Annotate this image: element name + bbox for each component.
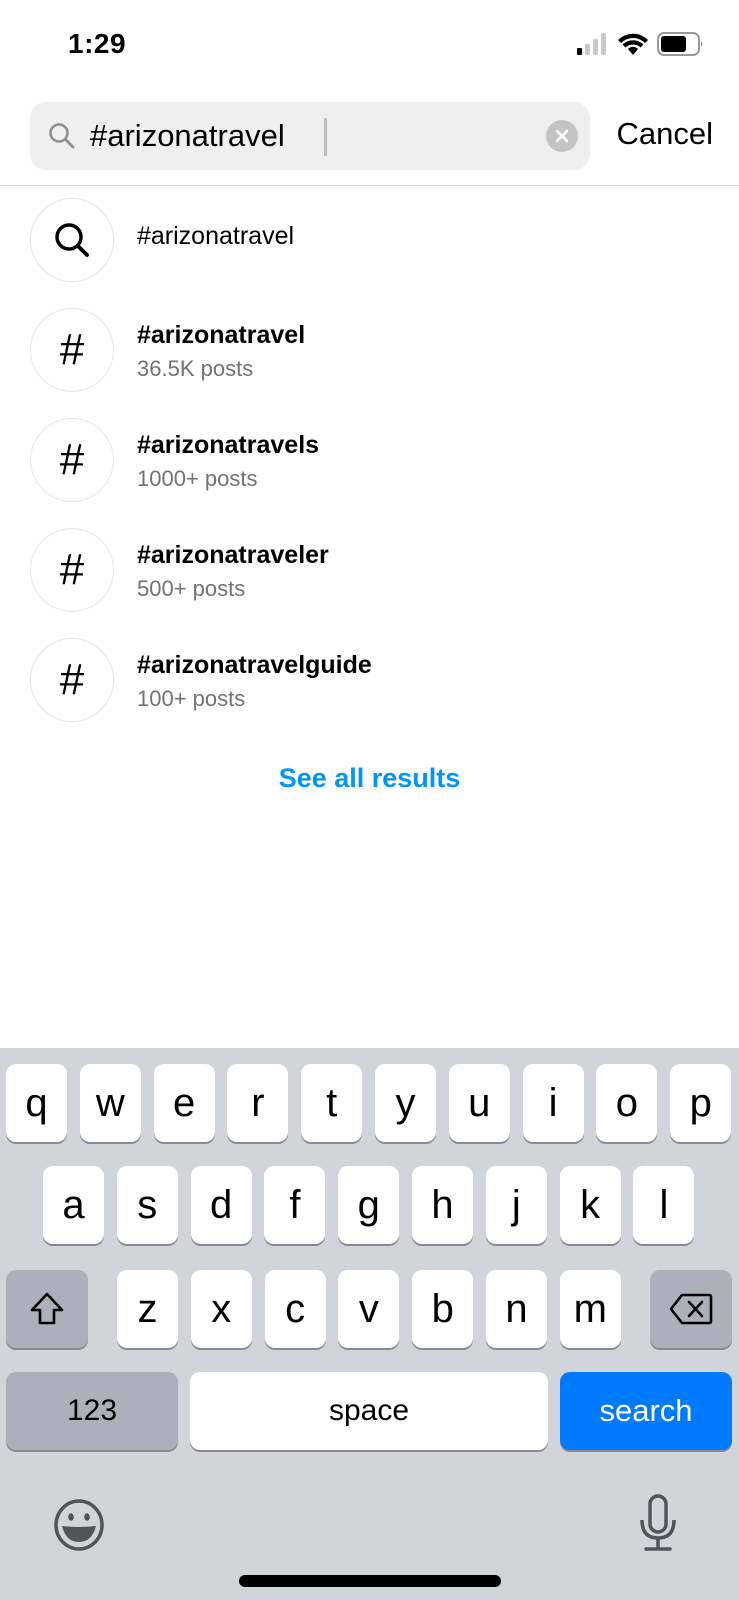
key-b[interactable]: b (412, 1270, 474, 1348)
key-h[interactable]: h (412, 1166, 473, 1244)
key-k[interactable]: k (559, 1166, 621, 1244)
hashtag-icon: # (59, 325, 85, 374)
key-t[interactable]: t (301, 1064, 363, 1142)
key-r[interactable]: r (227, 1064, 289, 1142)
key-j[interactable]: j (485, 1166, 547, 1244)
key-w[interactable]: w (79, 1064, 141, 1142)
cellular-signal-icon (577, 33, 606, 55)
result-text: #arizonatravel 36.5K posts (137, 321, 305, 382)
emoji-icon (54, 1499, 104, 1551)
key-l[interactable]: l (633, 1166, 695, 1244)
result-item-hashtag[interactable]: # #arizonatravel 36.5K posts (0, 296, 739, 406)
result-item-hashtag[interactable]: # #arizonatravels 1000+ posts (0, 406, 739, 516)
key-n[interactable]: n (486, 1270, 547, 1348)
keyboard: qwertyuiop asdfghjkl zxcvbnm 123 space s… (0, 1048, 739, 1600)
result-title: #arizonatravel (137, 222, 295, 250)
key-c[interactable]: c (264, 1270, 326, 1348)
result-avatar: # (30, 638, 114, 722)
key-v[interactable]: v (338, 1270, 400, 1348)
numbers-key[interactable]: 123 (6, 1372, 178, 1450)
key-y[interactable]: y (375, 1064, 436, 1142)
search-row: Cancel (0, 102, 739, 170)
key-i[interactable]: i (522, 1064, 584, 1142)
result-post-count: 36.5K posts (137, 356, 254, 381)
key-a[interactable]: a (43, 1166, 104, 1244)
result-post-count: 500+ posts (137, 576, 246, 601)
shift-icon (30, 1292, 64, 1325)
key-u[interactable]: u (448, 1064, 510, 1142)
key-f[interactable]: f (264, 1166, 326, 1244)
hashtag-icon: # (59, 655, 85, 704)
key-g[interactable]: g (338, 1166, 400, 1244)
wifi-icon (618, 33, 648, 55)
hashtag-icon: # (59, 545, 85, 594)
text-caret (324, 118, 327, 156)
result-post-count: 1000+ posts (137, 466, 258, 491)
result-text: #arizonatravels 1000+ posts (137, 431, 319, 492)
result-item-hashtag[interactable]: # #arizonatraveler 500+ posts (0, 516, 739, 626)
result-text: #arizonatravelguide 100+ posts (137, 651, 372, 712)
shift-key[interactable] (6, 1270, 88, 1348)
key-q[interactable]: q (6, 1064, 67, 1142)
microphone-icon (640, 1494, 676, 1551)
result-title: #arizonatravel (137, 321, 306, 349)
cancel-button[interactable]: Cancel (617, 116, 714, 152)
result-title: #arizonatravelguide (137, 651, 372, 679)
emoji-button[interactable] (52, 1498, 106, 1557)
backspace-icon (669, 1293, 713, 1325)
result-title: #arizonatraveler (137, 541, 329, 569)
key-z[interactable]: z (117, 1270, 178, 1348)
status-icons (577, 32, 705, 56)
result-avatar: # (30, 528, 114, 612)
key-m[interactable]: m (559, 1270, 621, 1348)
search-field[interactable] (30, 102, 590, 170)
clear-button[interactable] (546, 120, 578, 152)
dictation-button[interactable] (638, 1494, 678, 1559)
key-e[interactable]: e (153, 1064, 215, 1142)
search-results: #arizonatravel # #arizonatravel 36.5K po… (0, 186, 739, 736)
key-d[interactable]: d (190, 1166, 252, 1244)
result-avatar: # (30, 308, 114, 392)
key-o[interactable]: o (596, 1064, 658, 1142)
result-text: #arizonatraveler 500+ posts (137, 541, 329, 602)
delete-key[interactable] (650, 1270, 732, 1348)
status-bar: 1:29 (0, 0, 739, 90)
home-indicator (239, 1575, 501, 1587)
status-time: 1:29 (68, 28, 127, 59)
result-avatar (30, 198, 114, 282)
result-post-count: 100+ posts (137, 686, 246, 711)
result-text: #arizonatravel (137, 222, 294, 251)
key-x[interactable]: x (190, 1270, 252, 1348)
clear-icon (555, 129, 569, 143)
search-icon (55, 223, 89, 257)
key-s[interactable]: s (116, 1166, 178, 1244)
result-item-search-query[interactable]: #arizonatravel (0, 186, 739, 296)
search-key[interactable]: search (560, 1372, 732, 1450)
result-item-hashtag[interactable]: # #arizonatravelguide 100+ posts (0, 626, 739, 736)
search-input[interactable] (90, 102, 550, 170)
see-all-results-link[interactable]: See all results (0, 763, 739, 794)
hashtag-icon: # (59, 435, 85, 484)
result-avatar: # (30, 418, 114, 502)
space-key[interactable]: space (190, 1372, 548, 1450)
key-p[interactable]: p (670, 1064, 732, 1142)
battery-icon (657, 32, 703, 56)
search-icon (49, 123, 75, 149)
result-title: #arizonatravels (137, 431, 320, 459)
